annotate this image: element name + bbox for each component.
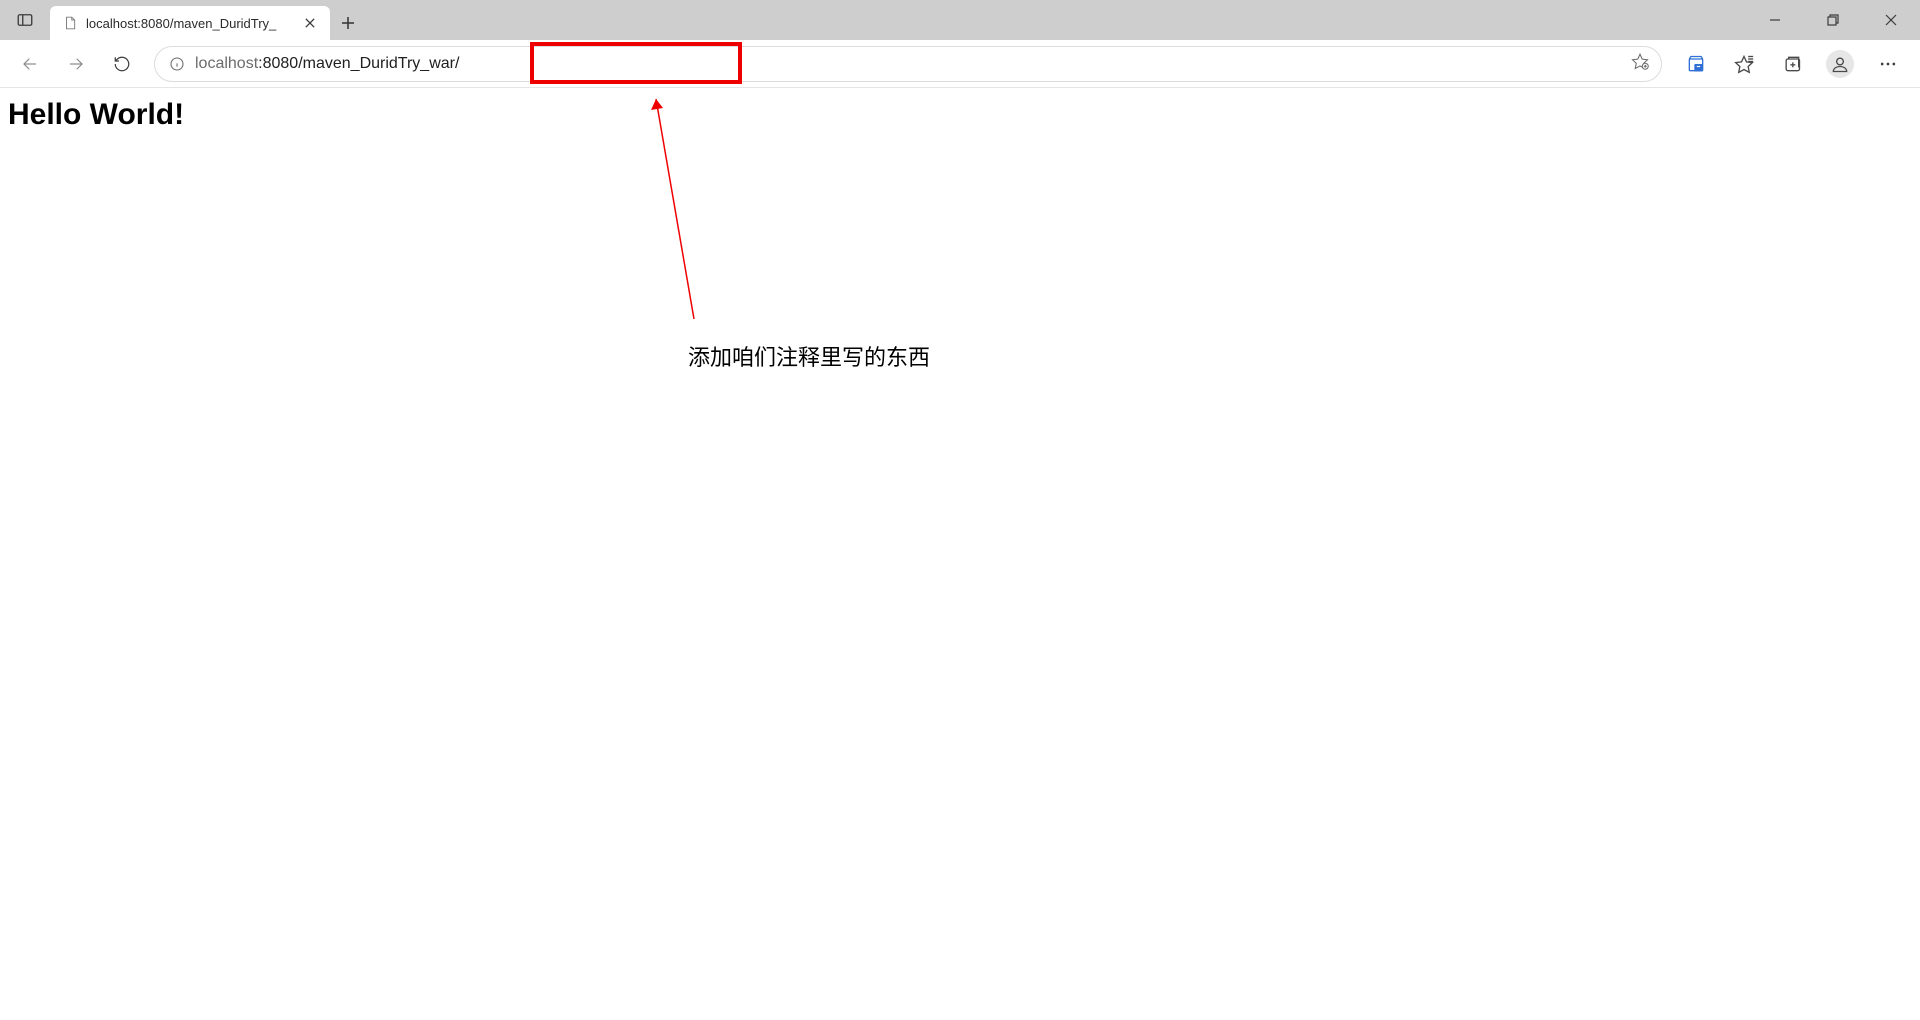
close-window-button[interactable] [1862, 0, 1920, 40]
shopping-icon[interactable] [1674, 46, 1718, 82]
page-document-icon [62, 15, 78, 31]
annotation-text: 添加咱们注释里写的东西 [688, 340, 930, 372]
address-bar[interactable]: localhost:8080/maven_DuridTry_war/ [154, 46, 1662, 82]
url-text: localhost:8080/maven_DuridTry_war/ [195, 55, 1621, 73]
avatar-icon [1826, 50, 1854, 78]
browser-tab[interactable]: localhost:8080/maven_DuridTry_ [50, 6, 330, 40]
forward-button[interactable] [56, 46, 96, 82]
url-host: localhost [195, 55, 258, 72]
window-titlebar: localhost:8080/maven_DuridTry_ [0, 0, 1920, 40]
refresh-button[interactable] [102, 46, 142, 82]
page-content: Hello World! [0, 88, 1920, 142]
favorites-icon[interactable] [1722, 46, 1766, 82]
settings-more-button[interactable] [1866, 46, 1910, 82]
browser-toolbar: localhost:8080/maven_DuridTry_war/ [0, 40, 1920, 88]
tab-title: localhost:8080/maven_DuridTry_ [86, 16, 294, 31]
add-favorite-icon[interactable] [1631, 52, 1649, 75]
close-tab-button[interactable] [302, 15, 318, 31]
maximize-button[interactable] [1804, 0, 1862, 40]
window-controls [1746, 0, 1920, 40]
page-heading: Hello World! [0, 88, 1920, 142]
toolbar-right-icons [1674, 46, 1910, 82]
profile-button[interactable] [1818, 46, 1862, 82]
back-button[interactable] [10, 46, 50, 82]
new-tab-button[interactable] [330, 6, 366, 40]
minimize-button[interactable] [1746, 0, 1804, 40]
url-path: :8080/maven_DuridTry_war/ [258, 55, 459, 72]
tab-actions-icon[interactable] [0, 0, 50, 40]
site-info-icon[interactable] [169, 56, 185, 72]
collections-icon[interactable] [1770, 46, 1814, 82]
